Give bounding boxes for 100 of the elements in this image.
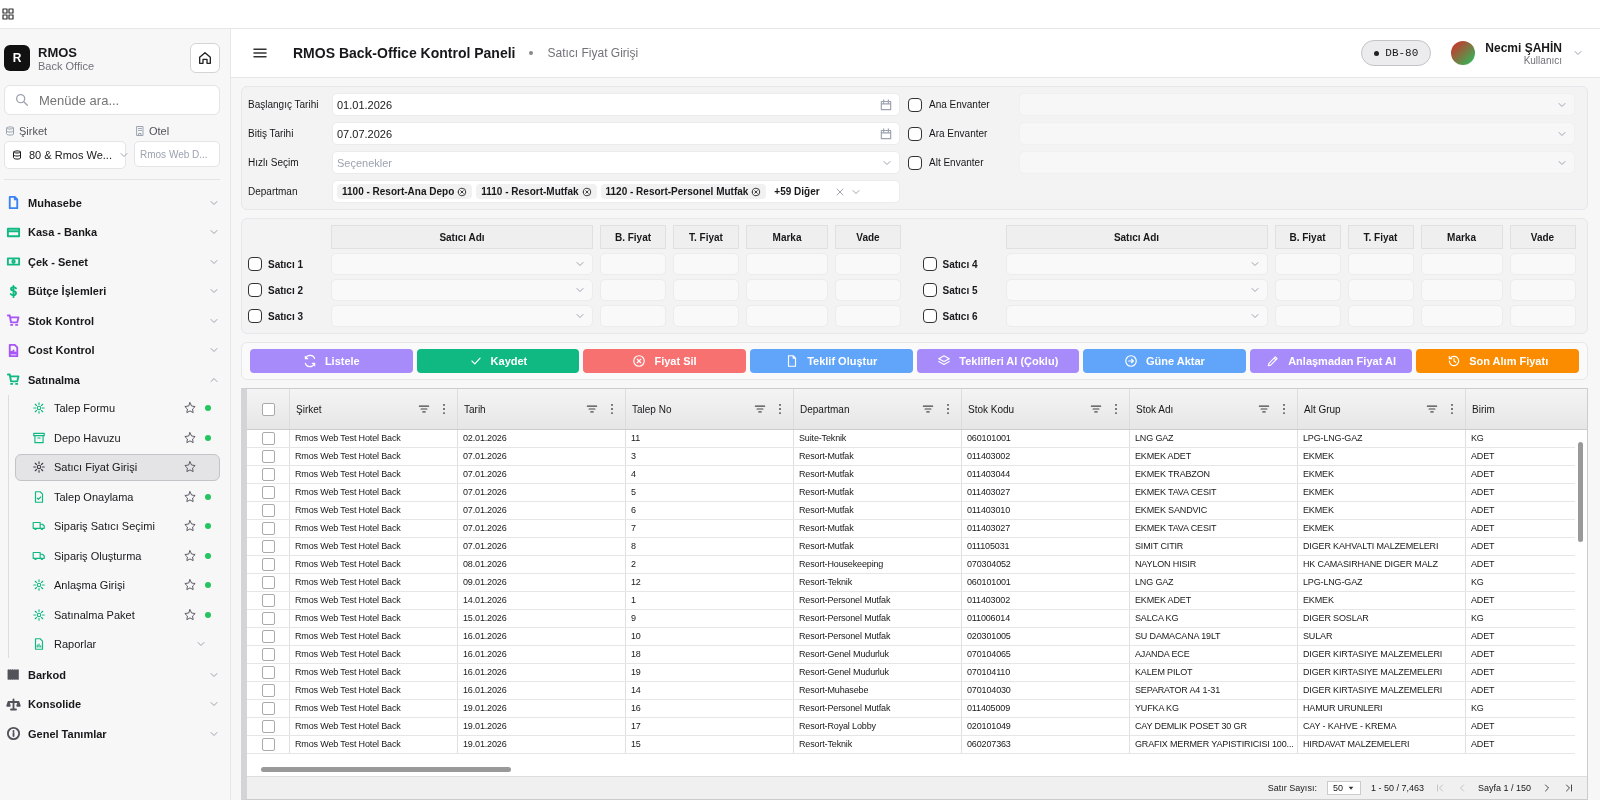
submenu-item[interactable]: Sipariş Oluşturma [15, 542, 220, 570]
row-checkbox[interactable] [261, 486, 275, 499]
menu-item[interactable]: Muhasebe [4, 188, 220, 218]
row-checkbox[interactable] [261, 720, 275, 733]
star-icon[interactable] [183, 578, 197, 593]
menu-item[interactable]: Konsolide [4, 689, 220, 719]
row-checkbox[interactable] [261, 702, 275, 715]
checkbox[interactable] [908, 126, 922, 141]
table-cell: LNG GAZ [1130, 574, 1298, 591]
row-checkbox[interactable] [261, 558, 275, 571]
column-header[interactable]: Birim [1466, 389, 1574, 429]
row-checkbox[interactable] [261, 630, 275, 643]
tag-chip[interactable]: 1100 - Resort-Ana Depo [337, 184, 473, 199]
checkbox[interactable] [248, 309, 262, 323]
filter-icon[interactable] [1425, 402, 1439, 416]
remove-icon[interactable] [581, 186, 592, 197]
filter-icon[interactable] [753, 402, 767, 416]
select-field[interactable] [1019, 93, 1575, 116]
star-icon[interactable] [183, 607, 197, 622]
filter-icon[interactable] [1089, 402, 1103, 416]
table-cell: Resort-Genel Mudurluk [794, 646, 962, 663]
filter-icon[interactable] [417, 402, 431, 416]
menu-search-field[interactable]: Menüde ara... [4, 85, 220, 115]
menu-item[interactable]: Stok Kontrol [4, 306, 220, 336]
star-icon[interactable] [183, 519, 197, 534]
select-all-checkbox[interactable] [261, 402, 275, 416]
column-header[interactable]: Şirket [290, 389, 458, 429]
select-field[interactable] [1019, 151, 1575, 174]
row-checkbox[interactable] [261, 540, 275, 553]
column-header[interactable]: Talep No [626, 389, 794, 429]
date-field[interactable]: 01.01.2026 [332, 93, 900, 116]
menu-item[interactable]: Satınalma [4, 365, 220, 395]
submenu-item[interactable]: Depo Havuzu [15, 424, 220, 452]
checkbox[interactable] [922, 257, 937, 271]
table-cell: Rmos Web Test Hotel Back [290, 466, 458, 483]
submenu-item[interactable]: Talep Onaylama [15, 483, 220, 511]
table-cell: 19 [626, 664, 794, 681]
filter-icon[interactable] [921, 402, 935, 416]
home-button[interactable] [190, 43, 220, 73]
checkbox[interactable] [248, 283, 262, 297]
row-checkbox[interactable] [261, 684, 275, 697]
menu-item[interactable]: Bütçe İşlemleri [4, 276, 220, 306]
menu-item[interactable]: Barkod [4, 660, 220, 690]
submenu-item[interactable]: Satınalma Paket [15, 601, 220, 629]
submenu-item[interactable]: Sipariş Satıcı Seçimi [15, 512, 220, 540]
row-checkbox[interactable] [261, 522, 275, 535]
tag-chip[interactable]: 1120 - Resort-Personel Mutfak [600, 184, 767, 199]
column-header[interactable]: Stok Adı [1130, 389, 1298, 429]
row-checkbox[interactable] [261, 648, 275, 661]
table-cell: Rmos Web Test Hotel Back [290, 484, 458, 501]
row-checkbox[interactable] [261, 612, 275, 625]
database-badge[interactable]: DB-80 [1361, 40, 1432, 66]
row-checkbox[interactable] [261, 738, 275, 751]
star-icon[interactable] [183, 460, 197, 475]
select-field[interactable] [1019, 122, 1575, 145]
row-checkbox[interactable] [261, 450, 275, 463]
row-checkbox[interactable] [261, 504, 275, 517]
menu-item[interactable]: Kasa - Banka [4, 217, 220, 247]
row-checkbox[interactable] [261, 432, 275, 445]
row-checkbox[interactable] [261, 576, 275, 589]
star-icon[interactable] [183, 489, 197, 504]
checkbox[interactable] [922, 283, 937, 297]
filter-icon[interactable] [1257, 402, 1271, 416]
column-header[interactable]: Tarih [458, 389, 626, 429]
table-cell: HIRDAVAT MALZEMELERI [1298, 736, 1466, 753]
page-size-select[interactable]: 50 [1326, 781, 1361, 795]
hotel-field[interactable]: Rmos Web D... [134, 141, 220, 167]
date-field[interactable]: 07.07.2026 [332, 122, 900, 145]
checkbox[interactable] [922, 309, 937, 323]
remove-icon[interactable] [751, 186, 762, 197]
gear-icon [32, 460, 46, 475]
last-page-icon[interactable] [1563, 782, 1575, 794]
row-checkbox[interactable] [261, 468, 275, 481]
filter-icon[interactable] [585, 402, 599, 416]
checkbox[interactable] [248, 257, 262, 271]
apps-grid-icon[interactable] [2, 8, 14, 20]
submenu-item[interactable]: Raporlar [15, 630, 220, 658]
column-header[interactable]: Departman [794, 389, 962, 429]
column-header[interactable]: Stok Kodu [962, 389, 1130, 429]
star-icon[interactable] [183, 548, 197, 563]
submenu-item[interactable]: Satıcı Fiyat Girişi [15, 453, 220, 481]
checkbox[interactable] [908, 97, 922, 112]
table-cell: Rmos Web Test Hotel Back [290, 718, 458, 735]
menu-item[interactable]: Genel Tanımlar [4, 719, 220, 749]
company-select[interactable]: 80 & Rmos We... [4, 141, 126, 169]
remove-icon[interactable] [457, 186, 468, 197]
star-icon[interactable] [183, 401, 197, 416]
column-header[interactable]: Alt Grup [1298, 389, 1466, 429]
user-avatar[interactable] [1451, 41, 1476, 65]
row-checkbox[interactable] [261, 666, 275, 679]
submenu-item[interactable]: Anlaşma Girişi [15, 571, 220, 599]
tag-chip[interactable]: 1110 - Resort-Mutfak [476, 184, 597, 199]
table-cell: DIGER KIRTASIYE MALZEMELERI [1298, 682, 1466, 699]
multi-select-field[interactable]: 1100 - Resort-Ana Depo 1110 - Resort-Mutfak 1120 - Resort-Personel Mutfak +59 Diğer [332, 180, 900, 203]
submenu-item[interactable]: Talep Formu [15, 394, 220, 422]
row-checkbox[interactable] [261, 594, 275, 607]
checkbox[interactable] [908, 155, 922, 170]
star-icon[interactable] [183, 430, 197, 445]
menu-item[interactable]: Çek - Senet [4, 247, 220, 277]
menu-item[interactable]: Cost Kontrol [4, 335, 220, 365]
